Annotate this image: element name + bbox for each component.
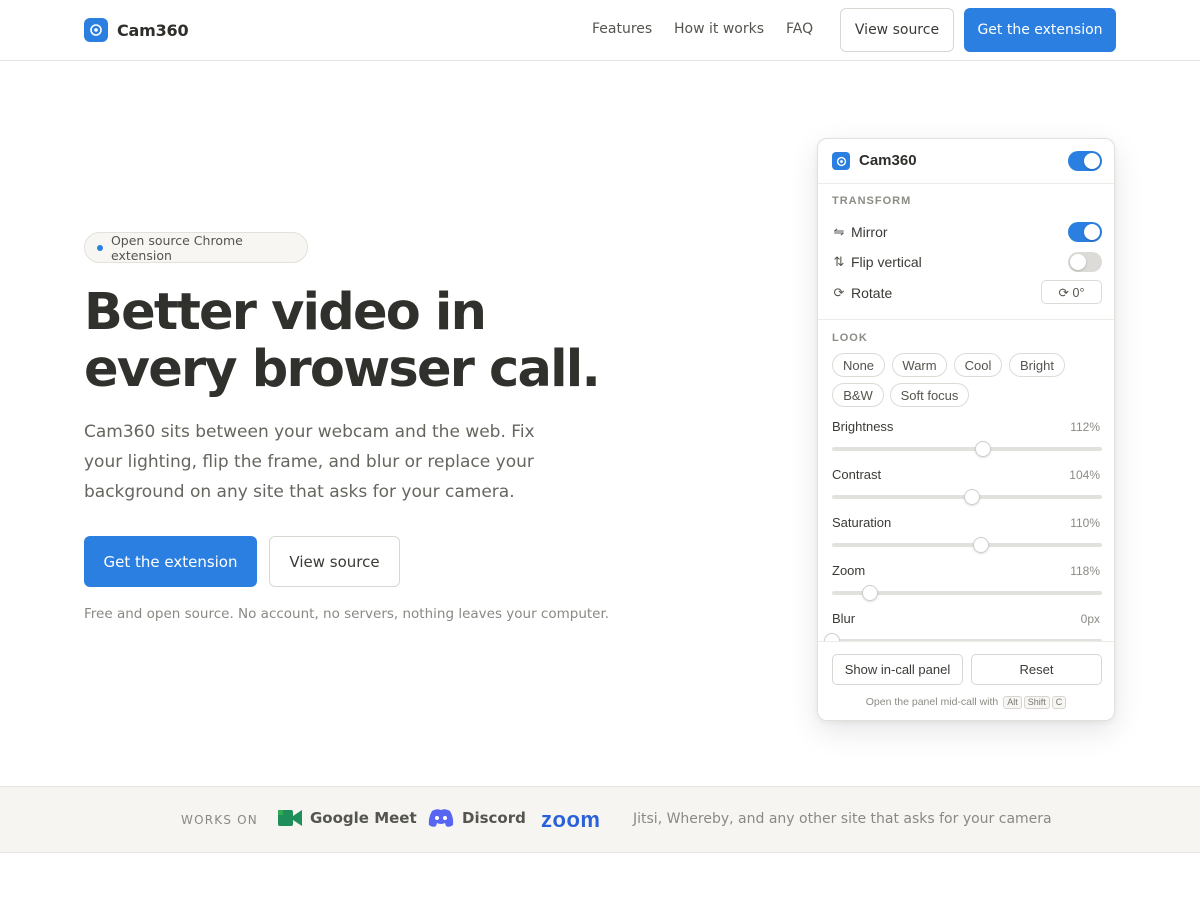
section-divider xyxy=(818,319,1114,320)
brand-logo[interactable]: Cam360 xyxy=(84,18,189,42)
discord-brand: Discord xyxy=(428,808,526,828)
key-alt: Alt xyxy=(1003,696,1022,709)
zoom-value: 118% xyxy=(1070,564,1100,578)
preset-bw-chip[interactable]: B&W xyxy=(832,383,884,407)
contrast-slider-thumb[interactable] xyxy=(964,489,980,505)
google-meet-name: Google Meet xyxy=(310,809,417,827)
top-nav: Cam360 Features How it works FAQ View so… xyxy=(0,0,1200,61)
zoom-slider-thumb[interactable] xyxy=(862,585,878,601)
discord-name: Discord xyxy=(462,809,526,827)
preset-cool-chip[interactable]: Cool xyxy=(954,353,1002,377)
key-shift: Shift xyxy=(1023,696,1050,709)
brightness-value: 112% xyxy=(1070,420,1100,434)
works-on-strip: WORKS ON Google Meet Discord zoom Jitsi,… xyxy=(0,786,1200,853)
other-sites-text: Jitsi, Whereby, and any other site that … xyxy=(633,811,1052,827)
google-meet-brand: Google Meet xyxy=(278,808,417,828)
mirror-toggle[interactable] xyxy=(1068,222,1102,242)
open-source-badge: Open source Chrome extension xyxy=(84,232,308,263)
transform-section-label: TRANSFORM xyxy=(832,195,912,207)
headline-line-1: Better video in xyxy=(84,283,487,342)
brightness-label: Brightness xyxy=(832,419,894,434)
description-line-3: background on any site that asks for you… xyxy=(84,482,515,502)
brand-name: Cam360 xyxy=(117,20,189,40)
nav-link-how-it-works[interactable]: How it works xyxy=(674,21,764,37)
brightness-slider[interactable] xyxy=(832,441,1102,457)
key-c: C xyxy=(1051,696,1067,709)
show-in-call-panel-button[interactable]: Show in-call panel xyxy=(832,654,963,685)
saturation-label: Saturation xyxy=(832,515,892,530)
zoom-slider[interactable] xyxy=(832,585,1102,601)
nav-link-faq[interactable]: FAQ xyxy=(786,21,813,37)
nav-view-source-button[interactable]: View source xyxy=(840,8,954,52)
preset-warm-chip[interactable]: Warm xyxy=(892,353,947,377)
mirror-label: Mirror xyxy=(851,224,888,240)
popup-footer: Show in-call panel Reset Open the panel … xyxy=(818,641,1114,720)
blur-label: Blur xyxy=(832,611,856,626)
flip-vertical-toggle[interactable] xyxy=(1068,252,1102,272)
reset-button[interactable]: Reset xyxy=(971,654,1102,685)
extension-popup-preview: Cam360 TRANSFORM ⇋ Mirror ⇅ Flip vertica… xyxy=(817,138,1115,721)
popup-header: Cam360 xyxy=(818,139,1114,184)
contrast-label: Contrast xyxy=(832,467,882,482)
saturation-value: 110% xyxy=(1070,516,1100,530)
saturation-slider[interactable] xyxy=(832,537,1102,553)
works-on-label: WORKS ON xyxy=(181,813,258,827)
page-title: Better video in every browser call. xyxy=(84,284,704,398)
camera-lens-icon xyxy=(832,152,850,170)
contrast-slider[interactable] xyxy=(832,489,1102,505)
rotate-icon: ⟳ xyxy=(833,285,845,300)
description-line-1: Cam360 sits between your webcam and the … xyxy=(84,422,535,442)
zoom-logo: zoom xyxy=(541,807,601,832)
shortcut-hint: Open the panel mid-call with Alt Shift C xyxy=(818,696,1114,709)
rotate-label: Rotate xyxy=(851,285,893,301)
saturation-slider-thumb[interactable] xyxy=(973,537,989,553)
privacy-note: Free and open source. No account, no ser… xyxy=(84,606,610,622)
popup-title: Cam360 xyxy=(859,152,917,169)
badge-label: Open source Chrome extension xyxy=(110,232,243,263)
preset-soft-focus-chip[interactable]: Soft focus xyxy=(890,383,969,407)
contrast-value: 104% xyxy=(1069,468,1100,482)
preset-bright-chip[interactable]: Bright xyxy=(1009,353,1065,377)
mirror-arrows-icon: ⇋ xyxy=(833,224,845,239)
discord-icon xyxy=(428,809,454,827)
master-enable-toggle[interactable] xyxy=(1068,151,1102,171)
flip-vertical-label: Flip vertical xyxy=(851,254,922,270)
preset-none-chip[interactable]: None xyxy=(832,353,885,377)
hero-get-extension-button[interactable]: Get the extension xyxy=(84,536,257,587)
zoom-label: Zoom xyxy=(832,563,866,578)
nav-link-features[interactable]: Features xyxy=(592,21,652,37)
hero-description: Cam360 sits between your webcam and the … xyxy=(84,417,554,507)
blur-value: 0px xyxy=(1080,612,1100,626)
shortcut-hint-text: Open the panel mid-call with xyxy=(865,696,999,708)
look-section-label: LOOK xyxy=(832,332,868,344)
headline-line-2: every browser call. xyxy=(84,340,601,399)
camera-lens-icon xyxy=(84,18,108,42)
nav-get-extension-button[interactable]: Get the extension xyxy=(964,8,1116,52)
description-line-2: your lighting, flip the frame, and blur … xyxy=(84,452,534,472)
brightness-slider-thumb[interactable] xyxy=(975,441,991,457)
google-meet-icon xyxy=(278,810,302,826)
badge-dot-icon xyxy=(97,244,103,251)
hero-view-source-button[interactable]: View source xyxy=(269,536,400,587)
flip-arrows-icon: ⇅ xyxy=(833,254,845,269)
rotate-button[interactable]: ⟳ 0° xyxy=(1041,280,1102,304)
